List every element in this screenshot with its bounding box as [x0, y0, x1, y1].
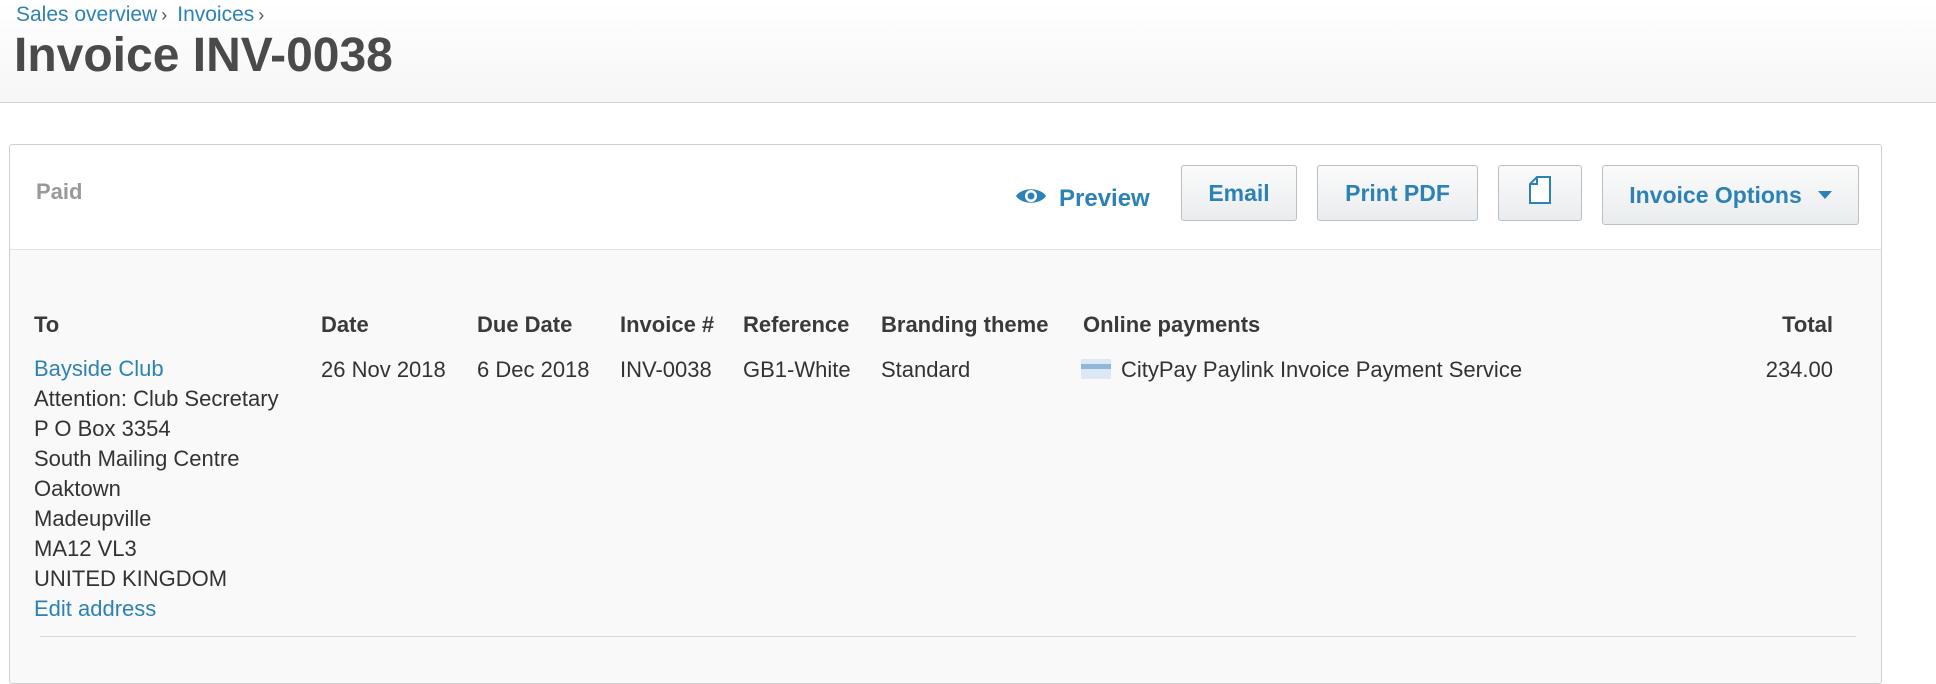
address-line: South Mailing Centre [34, 446, 240, 471]
invoice-options-button[interactable]: Invoice Options [1602, 165, 1859, 225]
breadcrumb-separator: › [161, 5, 168, 25]
invoice-reference: GB1-White [743, 357, 851, 382]
invoice-number: INV-0038 [620, 357, 712, 382]
address-line: Attention: Club Secretary [34, 386, 279, 411]
status-label: Paid [36, 179, 83, 204]
email-button[interactable]: Email [1181, 165, 1297, 221]
breadcrumb: Sales overview › Invoices › [16, 2, 268, 28]
contact-name-link[interactable]: Bayside Club [34, 356, 164, 381]
column-header-to: To [34, 312, 60, 337]
column-header-due-date: Due Date [477, 312, 573, 337]
column-header-date: Date [321, 312, 369, 337]
preview-button[interactable]: Preview [1015, 179, 1150, 219]
address-line: MA12 VL3 [34, 536, 137, 561]
invoice-toolbar: Paid Preview Email Print PDF Invoice Opt… [10, 145, 1881, 250]
print-pdf-label: Print PDF [1345, 179, 1450, 206]
email-label: Email [1208, 179, 1270, 206]
document-icon [1529, 176, 1551, 210]
address-line: P O Box 3354 [34, 416, 171, 441]
invoice-branding-theme: Standard [881, 357, 971, 382]
page-title: Invoice INV-0038 [14, 29, 393, 82]
online-payment-service[interactable]: CityPay Paylink Invoice Payment Service [1081, 357, 1522, 383]
column-header-invoice-number: Invoice # [620, 312, 715, 337]
address-line: Madeupville [34, 506, 152, 531]
divider [40, 636, 1856, 637]
breadcrumb-separator: › [258, 5, 265, 25]
column-header-total: Total [1782, 312, 1833, 337]
print-pdf-button[interactable]: Print PDF [1317, 165, 1478, 221]
edit-address-link[interactable]: Edit address [34, 596, 156, 621]
address-line: UNITED KINGDOM [34, 566, 228, 591]
copy-button[interactable] [1498, 165, 1582, 221]
invoice-date: 26 Nov 2018 [321, 357, 446, 382]
column-header-reference: Reference [743, 312, 850, 337]
eye-icon [1015, 185, 1047, 213]
breadcrumb-invoices[interactable]: Invoices [177, 3, 254, 26]
invoice-panel: Paid Preview Email Print PDF Invoice Opt… [9, 144, 1882, 684]
invoice-due-date: 6 Dec 2018 [477, 357, 590, 382]
column-header-online-payments: Online payments [1083, 312, 1261, 337]
address-line: Oaktown [34, 476, 121, 501]
breadcrumb-sales-overview[interactable]: Sales overview [16, 3, 157, 26]
invoice-options-label: Invoice Options [1629, 181, 1802, 208]
preview-label: Preview [1059, 185, 1150, 212]
credit-card-icon [1081, 359, 1111, 380]
column-header-branding-theme: Branding theme [881, 312, 1049, 337]
page-header: Sales overview › Invoices › Invoice INV-003… [0, 0, 1936, 103]
caret-down-icon [1817, 191, 1832, 199]
to-address-block: Bayside Club Attention: Club Secretary P… [34, 354, 279, 624]
invoice-total: 234.00 [1765, 357, 1833, 382]
online-payment-service-label: CityPay Paylink Invoice Payment Service [1121, 357, 1523, 382]
